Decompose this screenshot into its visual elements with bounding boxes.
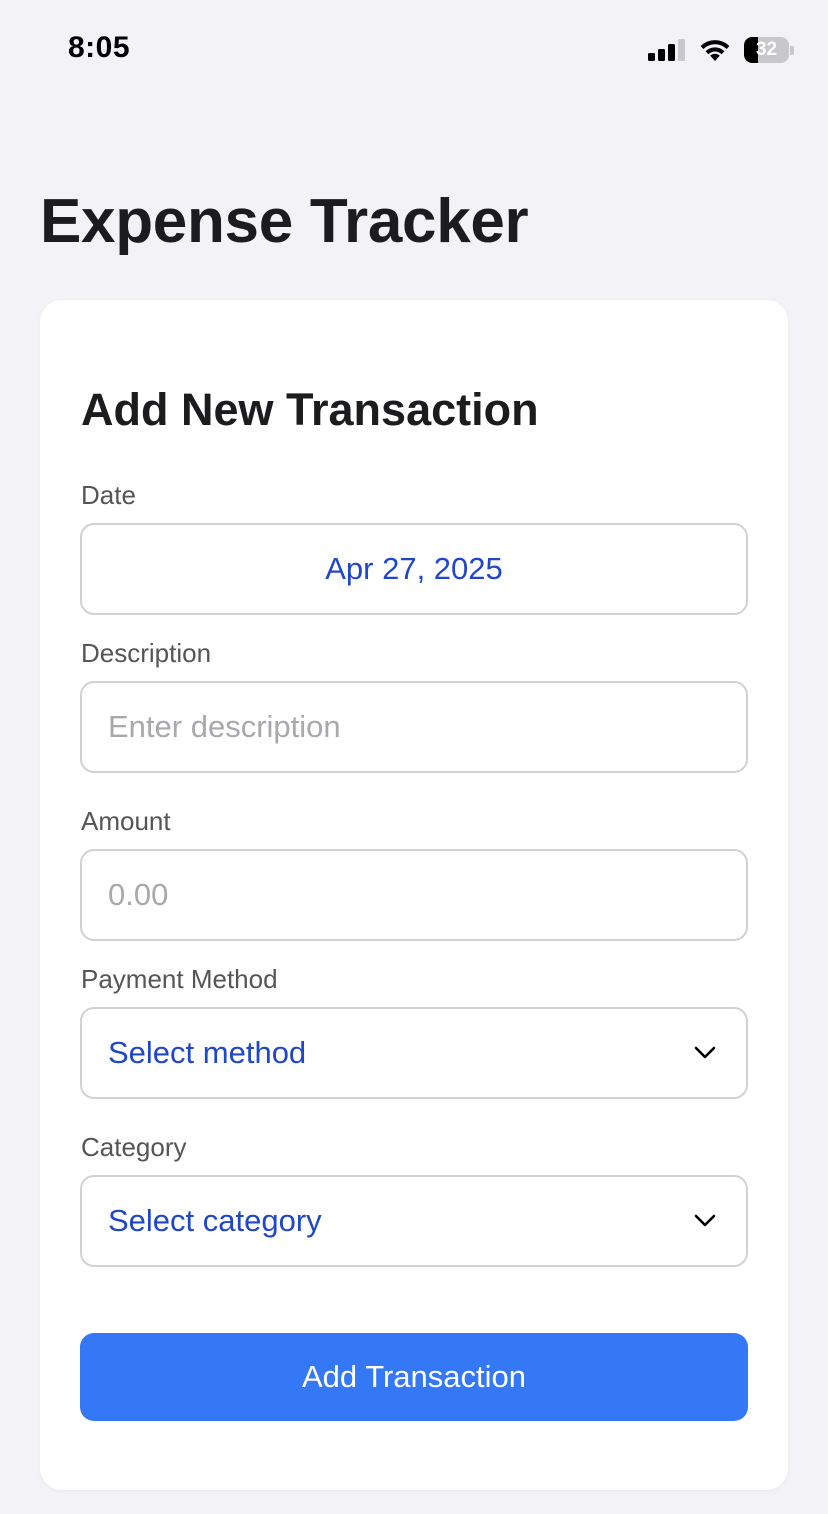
category-value: Select category [108, 1203, 322, 1238]
description-input[interactable]: Enter description [80, 681, 748, 773]
form-title: Add New Transaction [81, 384, 539, 435]
transaction-form-card: Add New Transaction Date Apr 27, 2025 De… [40, 300, 788, 1490]
battery-icon: 32 [744, 37, 794, 63]
screen: 8:05 32 Expense Tracker Add New Transact… [0, 0, 828, 1514]
description-placeholder: Enter description [108, 709, 341, 744]
wifi-icon [700, 40, 730, 61]
chevron-down-icon [694, 1046, 716, 1059]
payment-method-value: Select method [108, 1035, 307, 1070]
date-label: Date [81, 480, 136, 510]
chevron-down-icon [694, 1214, 716, 1227]
payment-method-label: Payment Method [81, 964, 278, 994]
battery-level: 32 [755, 39, 778, 60]
status-bar: 8:05 32 [0, 0, 828, 100]
battery-tip [790, 45, 794, 55]
date-value: Apr 27, 2025 [325, 551, 503, 586]
status-time: 8:05 [68, 31, 131, 64]
add-transaction-button[interactable]: Add Transaction [80, 1333, 748, 1421]
description-label: Description [81, 638, 212, 668]
payment-method-select[interactable]: Select method [80, 1007, 748, 1099]
amount-input[interactable]: 0.00 [80, 849, 748, 941]
category-select[interactable]: Select category [80, 1175, 748, 1267]
amount-placeholder: 0.00 [108, 877, 169, 912]
battery-body: 32 [744, 37, 790, 63]
amount-label: Amount [81, 806, 171, 836]
category-label: Category [81, 1132, 187, 1162]
date-picker[interactable]: Apr 27, 2025 [80, 523, 748, 615]
status-icons: 32 [648, 36, 794, 64]
page-title: Expense Tracker [40, 187, 529, 256]
cellular-signal-icon [648, 39, 685, 61]
